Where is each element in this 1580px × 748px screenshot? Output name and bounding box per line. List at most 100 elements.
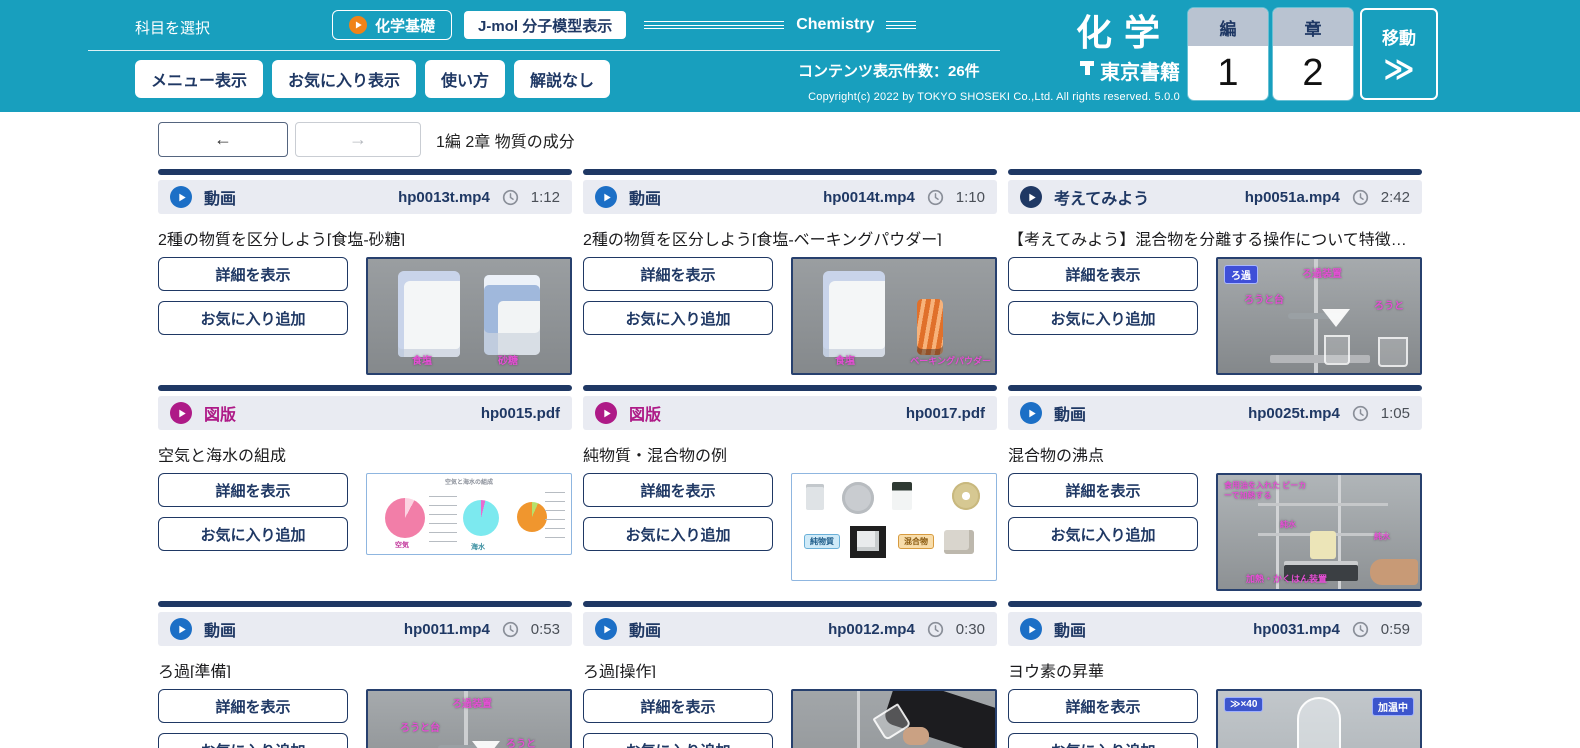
thumb-label: 加熱・かくはん装置	[1246, 572, 1327, 585]
filename: hp0014t.mp4	[823, 189, 915, 206]
content-card: 図版 hp0015.pdf 空気と海水の組成 詳細を表示 お気に入り追加 空気と…	[158, 385, 572, 591]
hen-selector[interactable]: 編 1	[1188, 8, 1268, 100]
add-favorite-button[interactable]: お気に入り追加	[1008, 733, 1198, 748]
card-header: 動画 hp0031.mp4 0:59	[1008, 612, 1422, 646]
card-header: 図版 hp0017.pdf	[583, 396, 997, 430]
play-icon[interactable]	[1020, 402, 1042, 424]
show-detail-button[interactable]: 詳細を表示	[1008, 257, 1198, 291]
card-title: 混合物の沸点	[1008, 442, 1422, 462]
play-icon[interactable]	[170, 618, 192, 640]
thumb-label: 食塩	[412, 352, 432, 367]
show-detail-button[interactable]: 詳細を表示	[158, 689, 348, 723]
thumb-shape-pF	[944, 530, 974, 554]
thumbnail[interactable]: 食用油を入れた ビーカーで加熱する純水純水加熱・かくはん装置	[1216, 473, 1422, 591]
card-title: ろ過[準備]	[158, 658, 572, 678]
thumb-shape-pD	[952, 482, 980, 510]
duration: 0:30	[956, 621, 985, 638]
play-icon[interactable]	[1020, 618, 1042, 640]
clock-icon	[927, 621, 944, 638]
card-top-divider	[158, 385, 572, 391]
card-actions: 詳細を表示 お気に入り追加	[158, 689, 348, 748]
card-actions: 詳細を表示 お気に入り追加	[583, 473, 773, 551]
thumb-shape-beakerA	[1324, 335, 1350, 365]
thumb-label: 食塩	[835, 352, 855, 367]
thumb-shape-pA	[806, 484, 824, 510]
thumbnail[interactable]: 食塩 ベーキングパウダー	[791, 257, 997, 375]
add-favorite-button[interactable]: お気に入り追加	[1008, 301, 1198, 335]
play-icon[interactable]	[595, 618, 617, 640]
triple-line-icon	[886, 21, 916, 29]
play-icon[interactable]	[595, 186, 617, 208]
hen-value: 1	[1188, 46, 1268, 100]
content-grid: 動画 hp0013t.mp4 1:12 2種の物質を区分しよう[食塩-砂糖] 詳…	[158, 169, 1580, 748]
move-button[interactable]: 移動 ≫	[1360, 8, 1438, 100]
back-button[interactable]: ←	[158, 122, 288, 157]
play-icon[interactable]	[1020, 186, 1042, 208]
thumb-label: ろうと台	[1244, 291, 1284, 306]
card-actions: 詳細を表示 お気に入り追加	[583, 257, 773, 335]
thumbnail[interactable]: ≫×40加温中	[1216, 689, 1422, 748]
card-header: 動画 hp0014t.mp4 1:10	[583, 180, 997, 214]
thumbnail[interactable]: 食塩砂糖	[366, 257, 572, 375]
subject-button[interactable]: 化学基礎	[332, 10, 452, 40]
thumbnail[interactable]: 空気と海水の組成空気海水	[366, 473, 572, 555]
add-favorite-button[interactable]: お気に入り追加	[158, 301, 348, 335]
filename: hp0017.pdf	[906, 405, 985, 422]
thumb-shape-funnel	[472, 741, 500, 748]
add-favorite-button[interactable]: お気に入り追加	[583, 733, 773, 748]
show-detail-button[interactable]: 詳細を表示	[158, 473, 348, 507]
thumb-label: ベーキングパウダー	[910, 354, 991, 367]
content-type-label: 動画	[1054, 617, 1086, 641]
app-title: 化学	[1076, 4, 1172, 56]
forward-button[interactable]: →	[295, 122, 421, 157]
add-favorite-button[interactable]: お気に入り追加	[158, 517, 348, 551]
card-top-divider	[583, 385, 997, 391]
play-icon[interactable]	[595, 402, 617, 424]
header-separator-line	[88, 50, 1000, 51]
jmol-button[interactable]: J-mol 分子模型表示	[464, 11, 626, 39]
thumb-label: 空気	[395, 540, 409, 550]
content-card: 動画 hp0031.mp4 0:59 ヨウ素の昇華 詳細を表示 お気に入り追加 …	[1008, 601, 1422, 748]
card-header: 考えてみよう hp0051a.mp4 2:42	[1008, 180, 1422, 214]
play-icon[interactable]	[170, 186, 192, 208]
content-type-label: 動画	[629, 617, 661, 641]
thumbnail[interactable]: ろ過装置ろうと台ろうと	[366, 689, 572, 748]
card-title: ろ過[操作]	[583, 658, 997, 678]
add-favorite-button[interactable]: お気に入り追加	[583, 517, 773, 551]
add-favorite-button[interactable]: お気に入り追加	[1008, 517, 1198, 551]
content-type-label: 動画	[204, 617, 236, 641]
add-favorite-button[interactable]: お気に入り追加	[583, 301, 773, 335]
thumb-shape-pieC	[517, 502, 547, 532]
favorites-display-button[interactable]: お気に入り表示	[272, 60, 416, 98]
thumb-label: ≫×40	[1224, 697, 1263, 712]
filename: hp0031.mp4	[1253, 621, 1340, 638]
howto-button[interactable]: 使い方	[425, 60, 505, 98]
filename: hp0025t.mp4	[1248, 405, 1340, 422]
add-favorite-button[interactable]: お気に入り追加	[158, 733, 348, 748]
card-header: 図版 hp0015.pdf	[158, 396, 572, 430]
card-title: ヨウ素の昇華	[1008, 658, 1422, 678]
play-icon	[349, 16, 367, 34]
show-detail-button[interactable]: 詳細を表示	[1008, 473, 1198, 507]
thumbnail[interactable]	[791, 689, 997, 748]
play-icon[interactable]	[170, 402, 192, 424]
content-card: 動画 hp0014t.mp4 1:10 2種の物質を区分しよう[食塩-ベーキング…	[583, 169, 997, 375]
sho-selector[interactable]: 章 2	[1273, 8, 1353, 100]
sho-value: 2	[1273, 46, 1353, 100]
clock-icon	[1352, 405, 1369, 422]
show-detail-button[interactable]: 詳細を表示	[583, 473, 773, 507]
show-detail-button[interactable]: 詳細を表示	[1008, 689, 1198, 723]
no-commentary-button[interactable]: 解説なし	[514, 60, 610, 98]
content-type-label: 動画	[204, 185, 236, 209]
thumbnail[interactable]: 純物質混合物	[791, 473, 997, 581]
double-chevron-icon: ≫	[1383, 55, 1414, 85]
duration: 1:12	[531, 189, 560, 206]
hen-label: 編	[1188, 8, 1268, 46]
thumbnail[interactable]: ろ過ろ過装置ろうと台ろうと	[1216, 257, 1422, 375]
card-top-divider	[1008, 601, 1422, 607]
show-detail-button[interactable]: 詳細を表示	[583, 689, 773, 723]
card-body: 詳細を表示 お気に入り追加	[583, 689, 997, 748]
show-detail-button[interactable]: 詳細を表示	[158, 257, 348, 291]
menu-display-button[interactable]: メニュー表示	[135, 60, 263, 98]
show-detail-button[interactable]: 詳細を表示	[583, 257, 773, 291]
